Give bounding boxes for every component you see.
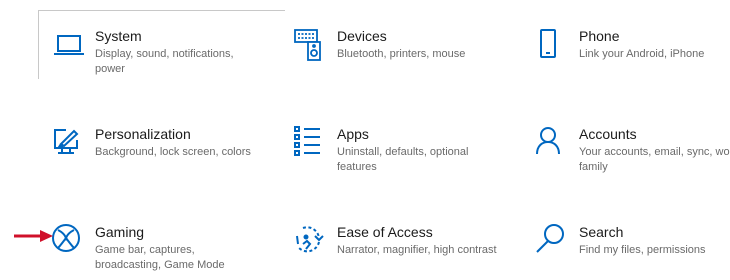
tile-description: Game bar, captures, broadcasting, Game M… <box>95 244 225 271</box>
tile-title: Personalization <box>95 126 191 142</box>
devices-icon <box>294 28 328 62</box>
tile-title: Gaming <box>95 224 145 240</box>
tile-description: Background, lock screen, colors <box>95 146 251 158</box>
xbox-icon <box>52 224 86 258</box>
tile-description: Your accounts, email, sync, work, family <box>579 146 730 173</box>
tile-description: Display, sound, notifications, power <box>95 48 234 75</box>
tile-description: Bluetooth, printers, mouse <box>337 48 466 60</box>
tile-title: Devices <box>337 28 387 44</box>
search-icon <box>536 224 570 258</box>
tile-description: Find my files, permissions <box>579 244 706 256</box>
laptop-icon <box>52 28 86 62</box>
person-icon <box>536 126 570 160</box>
personalization-icon <box>52 126 86 160</box>
tile-description: Narrator, magnifier, high contrast <box>337 244 497 256</box>
pointer-arrow-icon <box>14 230 53 242</box>
tile-title: Phone <box>579 28 620 44</box>
tile-title: Accounts <box>579 126 637 142</box>
tile-title: System <box>95 28 142 44</box>
tile-title: Ease of Access <box>337 224 433 240</box>
tile-description: Uninstall, defaults, optional features <box>337 146 469 173</box>
tile-description: Link your Android, iPhone <box>579 48 705 60</box>
ease-of-access-icon <box>294 224 328 258</box>
apps-icon <box>294 126 328 160</box>
tile-title: Apps <box>337 126 369 142</box>
tile-title: Search <box>579 224 624 240</box>
phone-icon <box>536 28 570 62</box>
